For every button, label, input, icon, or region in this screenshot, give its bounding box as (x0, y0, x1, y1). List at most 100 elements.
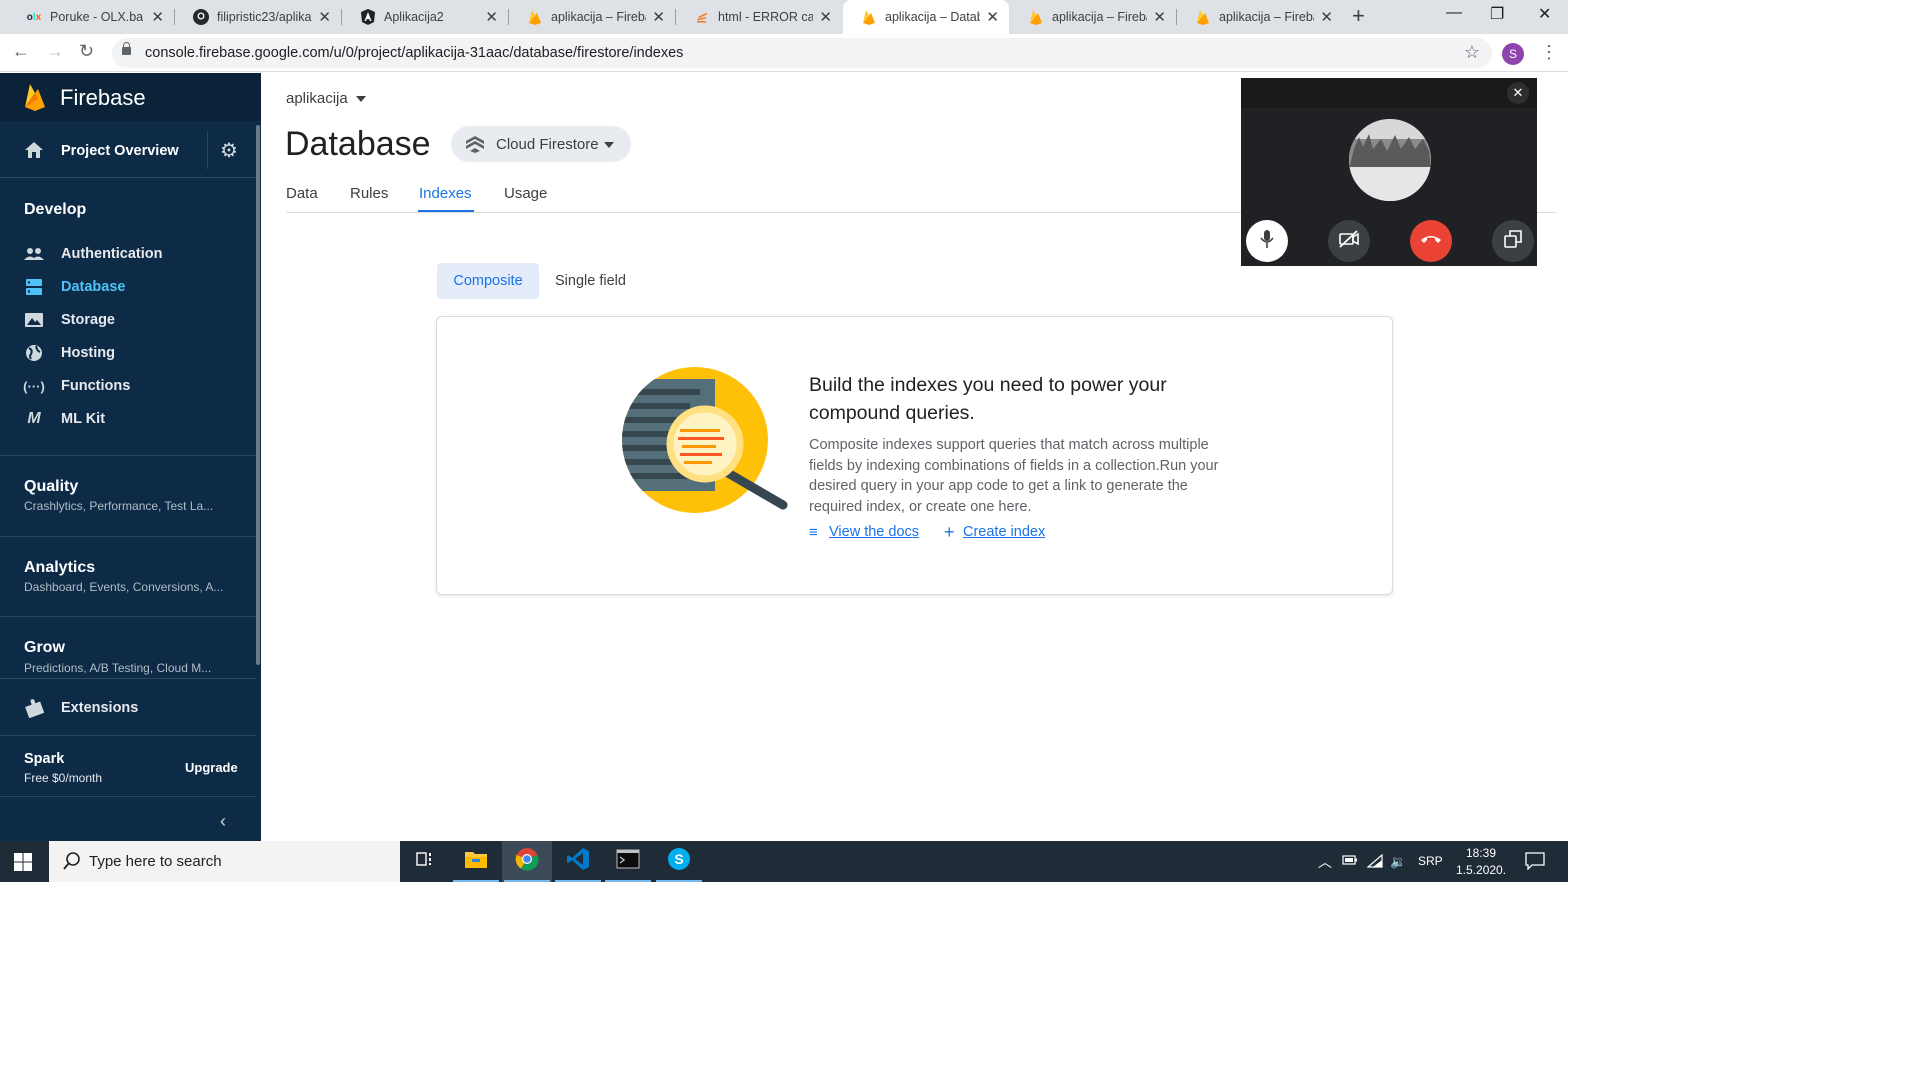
tab-title: aplikacija – Firebase (551, 10, 646, 24)
project-selector[interactable]: aplikacija (286, 90, 366, 107)
restore-icon[interactable]: ❐ (1490, 4, 1504, 24)
browser-tab[interactable]: html - ERROR cannot ✕ (676, 0, 842, 34)
single-field-toggle[interactable]: Single field (555, 273, 626, 289)
section-develop[interactable]: Develop (24, 201, 86, 219)
chevron-down-icon (604, 142, 614, 148)
extensions-icon (24, 699, 44, 718)
collapse-sidebar-icon[interactable]: ‹ (220, 811, 226, 832)
forward-icon[interactable]: → (46, 41, 64, 62)
vscode-taskbar-button[interactable] (553, 841, 603, 882)
divider (0, 678, 256, 679)
reload-icon[interactable]: ↻ (79, 41, 94, 62)
browser-tab-strip: olx Poruke - OLX.ba ✕ filipristic23/apli… (0, 0, 1568, 34)
sidebar-item-functions[interactable]: (···) Functions (0, 371, 256, 401)
browser-tab[interactable]: filipristic23/aplikacija ✕ (175, 0, 341, 34)
windows-taskbar: Type here to search S ︿ 🔉 SRP 18:39 1.5.… (0, 841, 1568, 882)
chrome-taskbar-button[interactable] (502, 841, 552, 882)
close-tab-icon[interactable]: ✕ (652, 8, 665, 26)
tab-title: aplikacija – Firebase (1052, 10, 1147, 24)
hang-up-icon (1420, 232, 1442, 250)
plus-icon: + (944, 522, 955, 542)
close-tab-icon[interactable]: ✕ (485, 8, 498, 26)
browser-menu-icon[interactable]: ⋮ (1540, 42, 1558, 63)
file-explorer-button[interactable] (451, 841, 501, 882)
divider (0, 177, 256, 178)
sidebar-item-extensions[interactable]: Extensions (0, 693, 256, 723)
lock-icon (122, 42, 131, 55)
back-icon[interactable]: ← (12, 41, 30, 62)
minimize-icon[interactable]: — (1446, 4, 1462, 22)
profile-avatar[interactable]: S (1502, 43, 1524, 65)
browser-tab[interactable]: aplikacija – Firebase ✕ (1177, 0, 1343, 34)
close-tab-icon[interactable]: ✕ (1320, 8, 1333, 26)
close-window-icon[interactable]: ✕ (1538, 4, 1551, 24)
clock-date: 1.5.2020. (1456, 863, 1507, 877)
terminal-taskbar-button[interactable] (603, 841, 653, 882)
sidebar-item-hosting[interactable]: Hosting (0, 338, 256, 368)
microphone-button[interactable] (1246, 220, 1288, 262)
notifications-icon[interactable] (1525, 852, 1545, 875)
battery-icon[interactable] (1342, 854, 1358, 869)
system-clock[interactable]: 18:39 1.5.2020. (1456, 845, 1506, 879)
tab-rules[interactable]: Rules (350, 185, 388, 202)
close-tab-icon[interactable]: ✕ (151, 8, 164, 26)
firebase-sidebar: Firebase Project Overview ⚙ Develop Auth… (0, 73, 261, 841)
view-docs-link[interactable]: View the docs (829, 524, 919, 540)
browser-tab[interactable]: olx Poruke - OLX.ba ✕ (8, 0, 174, 34)
close-tab-icon[interactable]: ✕ (318, 8, 331, 26)
wifi-icon[interactable] (1366, 853, 1383, 871)
index-search-illustration (620, 367, 790, 518)
section-analytics-subtitle: Dashboard, Events, Conversions, A... (24, 580, 224, 594)
sidebar-item-label: ML Kit (61, 411, 106, 427)
browser-tab[interactable]: aplikacija – Firebase ✕ (509, 0, 675, 34)
language-indicator[interactable]: SRP (1418, 854, 1443, 868)
video-call-overlay[interactable]: ✕ (1241, 78, 1537, 266)
sidebar-scrollbar[interactable] (256, 125, 260, 665)
settings-gear-icon[interactable]: ⚙ (220, 138, 238, 163)
end-call-button[interactable] (1410, 220, 1452, 262)
task-view-button[interactable] (400, 841, 450, 882)
sidebar-item-database[interactable]: Database (0, 272, 256, 302)
windows-start-icon[interactable] (14, 853, 32, 876)
camera-off-button[interactable] (1328, 220, 1370, 262)
close-icon[interactable]: ✕ (1507, 82, 1529, 104)
browser-tab-active[interactable]: aplikacija – Database ✕ (843, 0, 1009, 34)
image-icon (24, 311, 44, 329)
close-tab-icon[interactable]: ✕ (986, 8, 999, 26)
divider (0, 536, 256, 537)
browser-tab[interactable]: aplikacija – Firebase ✕ (1010, 0, 1176, 34)
project-overview-row[interactable]: Project Overview ⚙ (0, 123, 256, 177)
skype-taskbar-button[interactable]: S (654, 841, 704, 882)
taskbar-search[interactable]: Type here to search (49, 841, 400, 882)
upgrade-button[interactable]: Upgrade (185, 760, 238, 775)
create-index-link[interactable]: Create index (963, 524, 1045, 540)
tab-title: filipristic23/aplikacija (217, 10, 312, 24)
composite-toggle[interactable]: Composite (437, 263, 539, 299)
close-tab-icon[interactable]: ✕ (819, 8, 832, 26)
sidebar-item-storage[interactable]: Storage (0, 305, 256, 335)
sidebar-item-authentication[interactable]: Authentication (0, 239, 256, 269)
url-text[interactable]: console.firebase.google.com/u/0/project/… (145, 45, 683, 61)
volume-icon[interactable]: 🔉 (1390, 854, 1406, 870)
tab-title: html - ERROR cannot (718, 10, 814, 24)
database-icon (24, 278, 44, 296)
popout-button[interactable] (1492, 220, 1534, 262)
section-quality[interactable]: Quality (24, 478, 78, 496)
sidebar-item-mlkit[interactable]: M ML Kit (0, 404, 256, 434)
divider (207, 131, 208, 169)
tab-usage[interactable]: Usage (504, 185, 547, 202)
bookmark-star-icon[interactable]: ☆ (1464, 42, 1480, 63)
close-tab-icon[interactable]: ✕ (1153, 8, 1166, 26)
address-bar[interactable]: console.firebase.google.com/u/0/project/… (112, 38, 1492, 68)
tray-expand-icon[interactable]: ︿ (1318, 852, 1332, 872)
database-type-picker[interactable]: Cloud Firestore (451, 126, 631, 162)
browser-tab[interactable]: Aplikacija2 ✕ (342, 0, 508, 34)
new-tab-icon[interactable]: + (1352, 3, 1365, 29)
section-grow[interactable]: Grow (24, 639, 65, 657)
tab-indexes[interactable]: Indexes (419, 185, 472, 202)
tab-data[interactable]: Data (286, 185, 318, 202)
section-analytics[interactable]: Analytics (24, 559, 95, 577)
page-title: Database (285, 125, 431, 163)
project-overview-label[interactable]: Project Overview (61, 143, 179, 159)
sidebar-brand[interactable]: Firebase (0, 73, 261, 121)
